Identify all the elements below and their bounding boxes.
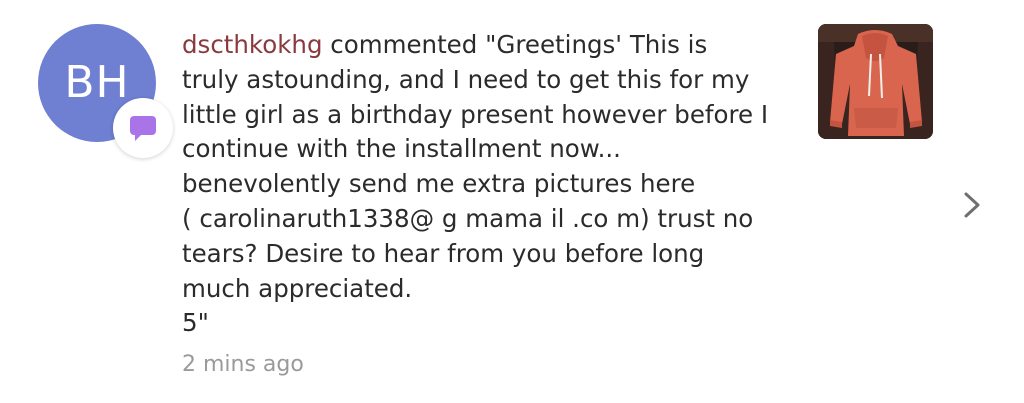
product-thumbnail[interactable] bbox=[818, 24, 933, 139]
comment-text: dscthkokhg commented "Greetings' This is… bbox=[182, 28, 802, 341]
notification-item[interactable]: BH dscthkokhg commented "Greetings' This… bbox=[0, 0, 1024, 403]
comment-body: commented "Greetings' This is truly asto… bbox=[182, 30, 769, 338]
timestamp: 2 mins ago bbox=[182, 352, 304, 377]
hoodie-image bbox=[818, 24, 933, 139]
chevron-right-icon[interactable] bbox=[955, 188, 989, 222]
comment-bubble-icon bbox=[130, 116, 156, 141]
avatar-initials: BH bbox=[64, 56, 130, 108]
comment-badge bbox=[113, 98, 173, 158]
username-link[interactable]: dscthkokhg bbox=[182, 30, 323, 59]
notification-content: dscthkokhg commented "Greetings' This is… bbox=[182, 28, 802, 341]
